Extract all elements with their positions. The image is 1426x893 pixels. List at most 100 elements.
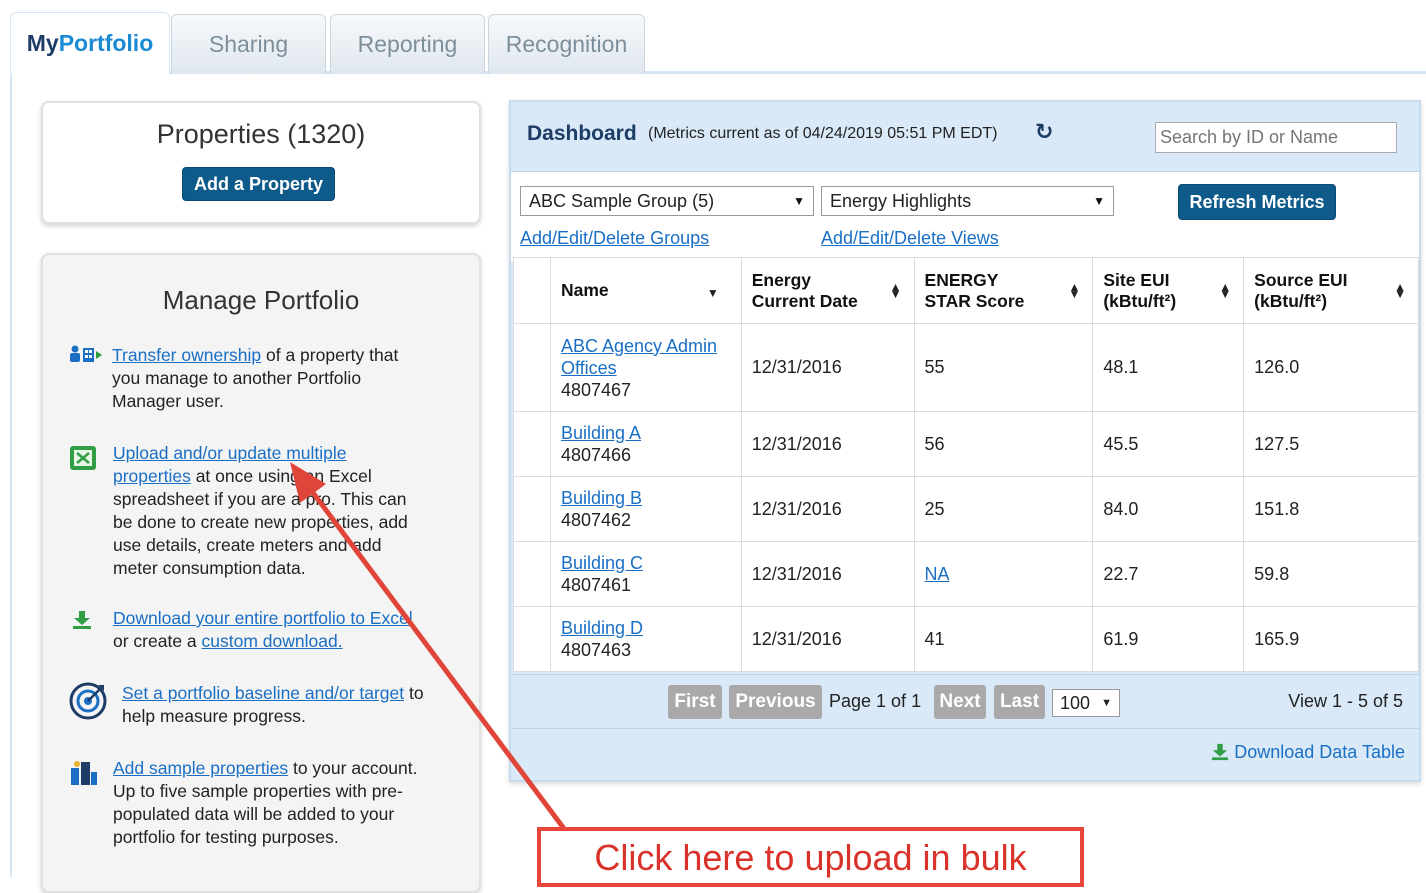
site-eui-cell: 22.7: [1092, 541, 1245, 607]
property-id: 4807467: [560, 379, 632, 400]
source-eui-cell: 127.5: [1243, 411, 1419, 477]
tab-myportfolio-my: My: [26, 30, 59, 56]
property-name-link[interactable]: Building B: [561, 488, 642, 508]
site-header-line1: Site EUI: [1103, 269, 1170, 290]
properties-count-title: Properties (1320): [156, 119, 366, 149]
property-name-link[interactable]: ABC Agency Admin: [561, 336, 717, 356]
date-cell: 12/31/2016: [740, 411, 915, 477]
view-range-text: View 1 - 5 of 5: [1288, 691, 1403, 711]
edit-groups-link[interactable]: Add/Edit/Delete Groups: [520, 228, 709, 249]
group-select[interactable]: ABC Sample Group (5) ▼: [520, 186, 814, 216]
chevron-down-icon: ▼: [793, 194, 805, 208]
view-select[interactable]: Energy Highlights ▼: [821, 186, 1114, 216]
tab-myportfolio[interactable]: My Portfolio: [10, 12, 170, 74]
transfer-text-a: of a property that: [261, 345, 399, 365]
property-id: 4807461: [560, 575, 632, 595]
chevron-down-icon: ▼: [1093, 194, 1105, 208]
next-page-button[interactable]: Next: [934, 685, 986, 719]
upload-properties-item: Upload and/or update multiple properties…: [113, 442, 473, 580]
page-size-value: 100: [1060, 692, 1091, 713]
score-column-header[interactable]: ENERGY STAR Score ▲ ▼: [913, 257, 1094, 324]
property-id: 4807463: [560, 640, 632, 660]
dashboard-title: Dashboard: [527, 122, 637, 145]
sort-icon[interactable]: ▲ ▼: [1068, 281, 1080, 300]
score-header-line2: STAR Score: [924, 290, 1025, 311]
date-column-header[interactable]: Energy Current Date ▲ ▼: [740, 257, 915, 324]
site-eui-cell: 45.5: [1092, 411, 1245, 477]
property-name-cell: Building C 4807461: [549, 541, 742, 607]
first-page-button[interactable]: First: [668, 685, 722, 719]
date-header-line1: Energy: [751, 269, 812, 290]
sample-text-a: to your account.: [288, 758, 418, 778]
add-sample-properties-link[interactable]: Add sample properties: [113, 758, 288, 778]
transfer-ownership-item: Transfer ownership of a property that yo…: [112, 344, 472, 413]
date-header-line2: Current Date: [751, 290, 858, 311]
upload-text-a: at once using an Excel: [190, 466, 372, 486]
tab-sharing[interactable]: Sharing: [171, 14, 326, 74]
sort-icon[interactable]: ▲ ▼: [890, 281, 902, 300]
property-name-link-cont[interactable]: Offices: [561, 358, 617, 378]
row-select-cell: [513, 476, 551, 542]
property-name-link[interactable]: Building A: [561, 423, 641, 443]
sort-icon[interactable]: ▲ ▼: [1219, 281, 1231, 300]
tab-recognition[interactable]: Recognition: [488, 14, 645, 74]
properties-table: Name ▼ Energy Current Date ▲ ▼ ENERGY STA…: [513, 257, 1419, 672]
name-column-header[interactable]: Name ▼: [549, 257, 742, 324]
source-eui-column-header[interactable]: Source EUI (kBtu/ft²) ▲ ▼: [1243, 257, 1419, 324]
view-select-value: Energy Highlights: [830, 190, 972, 211]
annotation-callout: Click here to upload in bulk: [537, 827, 1084, 887]
download-portfolio-item: Download your entire portfolio to Excel …: [113, 607, 473, 653]
edit-views-link[interactable]: Add/Edit/Delete Views: [821, 228, 999, 249]
source-eui-cell: 151.8: [1243, 476, 1419, 542]
download-portfolio-link[interactable]: Download your entire portfolio to Excel: [113, 608, 413, 628]
caret-down-icon[interactable]: ▼: [707, 286, 719, 300]
add-property-button[interactable]: Add a Property: [182, 167, 335, 201]
sample-properties-item: Add sample properties to your account. U…: [113, 757, 473, 849]
score-cell: NA: [913, 541, 1094, 607]
page-size-select[interactable]: 100 ▼: [1052, 689, 1120, 717]
upload-properties-link[interactable]: properties: [113, 466, 191, 486]
previous-page-button[interactable]: Previous: [729, 685, 822, 719]
target-icon: [69, 682, 107, 720]
last-page-button[interactable]: Last: [994, 685, 1045, 719]
source-eui-cell: 126.0: [1243, 323, 1419, 412]
table-row: Building A 4807466 12/31/2016 56 45.5 12…: [513, 411, 1419, 477]
sort-icon[interactable]: ▲ ▼: [1394, 281, 1406, 300]
group-select-value: ABC Sample Group (5): [529, 190, 715, 211]
refresh-metrics-button[interactable]: Refresh Metrics: [1178, 184, 1336, 220]
property-id: 4807462: [560, 510, 632, 530]
row-select-cell: [513, 541, 551, 607]
property-name-cell: Building B 4807462: [549, 476, 742, 542]
transfer-ownership-icon: [70, 345, 102, 362]
baseline-text-b: help measure progress.: [122, 706, 306, 726]
upload-update-link[interactable]: Upload and/or update multiple: [113, 443, 347, 463]
site-header-line2: (kBtu/ft²): [1103, 290, 1177, 311]
search-input[interactable]: [1155, 122, 1397, 153]
transfer-ownership-link[interactable]: Transfer ownership: [112, 345, 261, 365]
baseline-target-item: Set a portfolio baseline and/or target t…: [122, 682, 482, 728]
tab-reporting[interactable]: Reporting: [330, 14, 485, 74]
custom-download-link[interactable]: custom download.: [202, 631, 343, 651]
transfer-text-c: Manager user.: [112, 391, 224, 411]
date-cell: 12/31/2016: [740, 606, 915, 672]
score-header-line1: ENERGY: [924, 269, 999, 290]
download-data-table-link[interactable]: Download Data Table: [1210, 742, 1405, 763]
property-name-cell: Building D 4807463: [549, 606, 742, 672]
row-select-cell: [513, 606, 551, 672]
table-header-row: Name ▼ Energy Current Date ▲ ▼ ENERGY STA…: [513, 257, 1419, 324]
site-eui-column-header[interactable]: Site EUI (kBtu/ft²) ▲ ▼: [1092, 257, 1245, 324]
score-cell: 56: [913, 411, 1094, 477]
row-select-cell: [513, 323, 551, 412]
sample-text-d: portfolio for testing purposes.: [113, 827, 339, 847]
source-header-line1: Source EUI: [1254, 269, 1348, 290]
download-data-table-label: Download Data Table: [1234, 742, 1405, 762]
download-text-a: or create a: [113, 631, 202, 651]
source-header-line2: (kBtu/ft²): [1254, 290, 1328, 311]
refresh-icon[interactable]: ↻: [1035, 119, 1053, 145]
score-na-link[interactable]: NA: [925, 564, 950, 584]
dashboard-panel: Dashboard (Metrics current as of 04/24/2…: [509, 100, 1421, 782]
baseline-target-link[interactable]: Set a portfolio baseline and/or target: [122, 683, 404, 703]
property-name-link[interactable]: Building C: [561, 553, 643, 573]
page-indicator: Page 1 of 1: [829, 691, 922, 711]
property-name-link[interactable]: Building D: [561, 618, 643, 638]
